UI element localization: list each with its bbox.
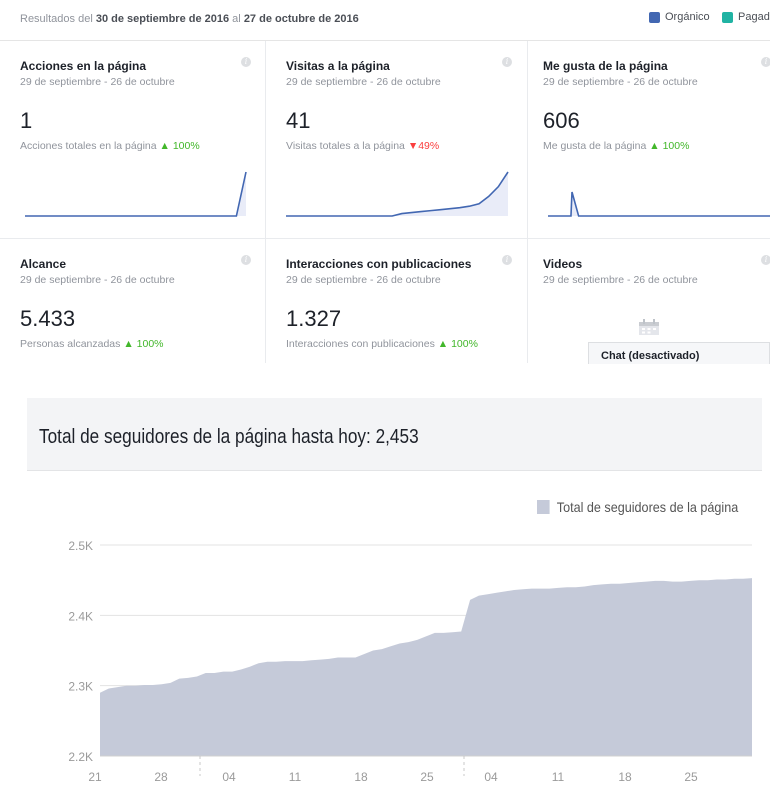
results-date-from: 30 de septiembre de 2016 (95, 13, 230, 25)
card-date-range: 29 de septiembre - 26 de octubre (286, 274, 441, 286)
card-metric: Personas alcanzadas ▲ 100% (20, 338, 164, 350)
followers-legend[interactable]: Total de seguidores de la página (537, 499, 738, 515)
card-date-range: 29 de septiembre - 26 de octubre (543, 274, 698, 286)
chat-label: Chat (desactivado) (601, 350, 700, 362)
card-post-engagement[interactable]: Interacciones con publicaciones 29 de se… (266, 239, 528, 363)
followers-title: Total de seguidores de la página hasta h… (39, 426, 419, 448)
card-metric: Me gusta de la página ▲ 100% (543, 140, 690, 152)
card-date-range: 29 de septiembre - 26 de octubre (543, 76, 698, 88)
trend-down: ▼49% (407, 140, 440, 152)
y-tick-label: 2.2K (68, 750, 93, 764)
trend-up: ▲ 100% (437, 338, 478, 350)
sparkline-line (25, 171, 247, 217)
card-date-range: 29 de septiembre - 26 de octubre (20, 274, 175, 286)
info-icon[interactable]: i (761, 255, 770, 265)
card-reach[interactable]: Alcance 29 de septiembre - 26 de octubre… (0, 239, 266, 363)
results-range: Resultados del 30 de septiembre de 2016 … (20, 13, 359, 25)
card-page-likes[interactable]: Me gusta de la página 29 de septiembre -… (528, 41, 770, 239)
x-tick-label: 25 (420, 770, 434, 784)
x-tick-label: 18 (618, 770, 632, 784)
card-title: Videos (543, 257, 583, 271)
calendar-icon (639, 319, 659, 335)
card-title: Me gusta de la página (543, 59, 668, 73)
followers-legend-swatch (537, 500, 550, 514)
card-value: 1.327 (286, 306, 342, 331)
sparkline-line (548, 191, 770, 217)
card-metric: Acciones totales en la página ▲ 100% (20, 140, 200, 152)
info-icon[interactable]: i (502, 57, 512, 67)
y-tick-label: 2.4K (68, 609, 93, 623)
y-tick-label: 2.3K (68, 680, 93, 694)
trend-up: ▲ 100% (159, 140, 200, 152)
chat-bar[interactable]: Chat (desactivado) (588, 342, 770, 364)
card-title: Alcance (20, 257, 67, 271)
card-title: Visitas a la página (286, 59, 390, 73)
x-tick-label: 11 (289, 770, 302, 784)
card-metric: Interacciones con publicaciones ▲ 100% (286, 338, 478, 350)
card-date-range: 29 de septiembre - 26 de octubre (20, 76, 175, 88)
organic-swatch (649, 11, 660, 23)
followers-legend-label: Total de seguidores de la página (556, 499, 739, 515)
sparkline-area (25, 172, 246, 216)
card-date-range: 29 de septiembre - 26 de octubre (286, 76, 441, 88)
paid-swatch (722, 11, 733, 23)
card-page-views[interactable]: Visitas a la página 29 de septiembre - 2… (266, 41, 528, 239)
x-tick-label: 28 (154, 770, 168, 784)
info-icon[interactable]: i (241, 57, 251, 67)
x-tick-label: 25 (684, 770, 698, 784)
followers-chart: 2.2K 2.3K 2.4K 2.5K 21 28 04 11 18 25 04 11 18 25 (68, 539, 752, 784)
trend-up: ▲ 100% (649, 140, 690, 152)
card-title: Interacciones con publicaciones (286, 257, 472, 271)
sparkline-page-views (286, 171, 509, 217)
insights-header: Resultados del 30 de septiembre de 2016 … (0, 0, 770, 40)
sparkline-page-likes (548, 191, 770, 217)
x-tick-label: 04 (484, 770, 498, 784)
insights-grid: Acciones en la página 29 de septiembre -… (0, 40, 770, 363)
followers-area (100, 578, 752, 756)
info-icon[interactable]: i (502, 255, 512, 265)
legend-organic[interactable]: Orgánico (649, 11, 710, 23)
trend-up: ▲ 100% (123, 338, 164, 350)
card-metric: Visitas totales a la página ▼49% (286, 140, 440, 152)
results-date-to: 27 de octubre de 2016 (243, 13, 359, 25)
x-tick-label: 11 (552, 770, 565, 784)
card-title: Acciones en la página (20, 59, 147, 73)
sparkline-area (548, 192, 770, 216)
card-value: 5.433 (20, 306, 76, 331)
card-value: 606 (543, 108, 580, 133)
card-page-actions[interactable]: Acciones en la página 29 de septiembre -… (0, 41, 266, 239)
info-icon[interactable]: i (241, 255, 251, 265)
x-tick-label: 18 (354, 770, 368, 784)
sparkline-area (286, 172, 508, 216)
x-tick-label: 04 (222, 770, 236, 784)
y-tick-label: 2.5K (68, 539, 93, 553)
legend-paid[interactable]: Pagad (722, 11, 770, 23)
x-tick-label: 21 (88, 770, 102, 784)
card-value: 41 (286, 108, 311, 133)
info-icon[interactable]: i (761, 57, 770, 67)
sparkline-page-actions (25, 171, 247, 217)
followers-header: Total de seguidores de la página hasta h… (27, 398, 762, 471)
card-value: 1 (20, 108, 33, 133)
